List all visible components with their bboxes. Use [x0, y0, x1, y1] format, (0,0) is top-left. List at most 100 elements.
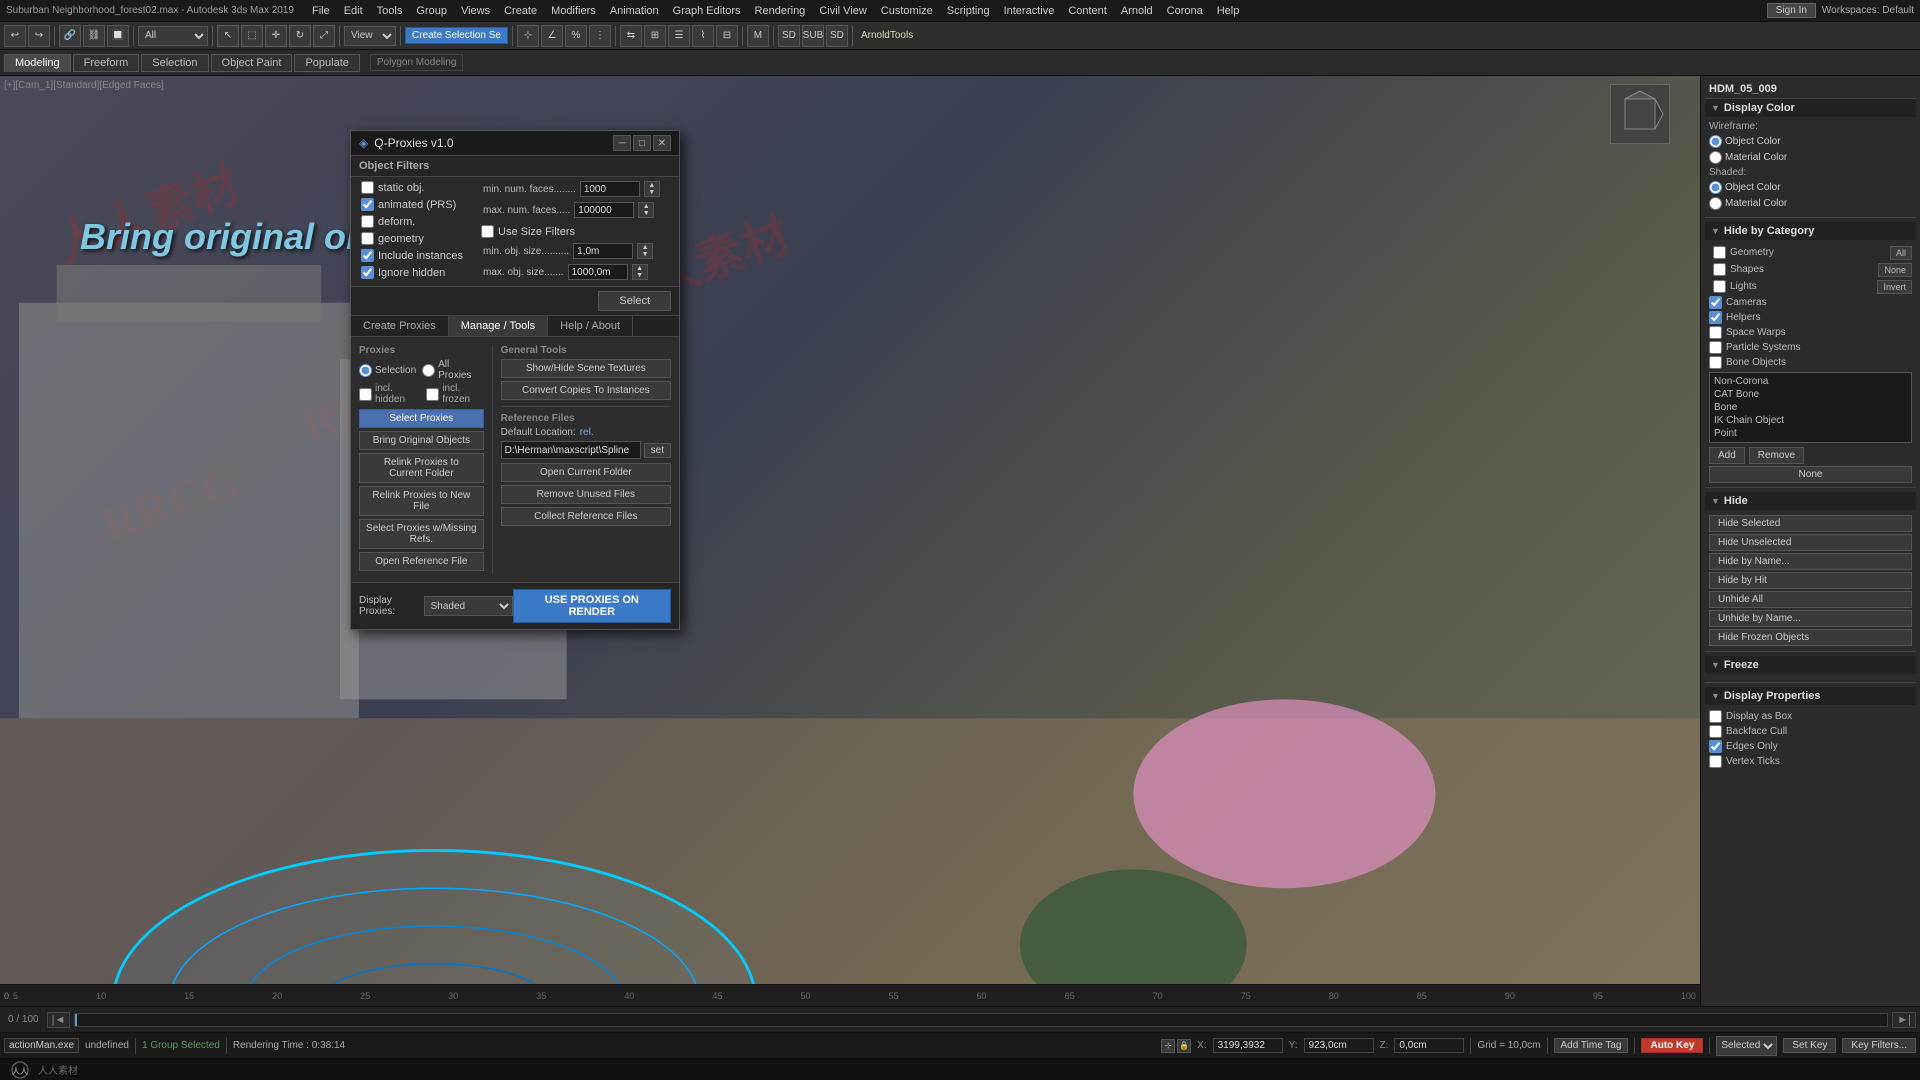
scale-tool[interactable]: ⤢ [313, 25, 335, 47]
max-size-up[interactable]: ▲ [633, 265, 647, 272]
backface-cull-checkbox[interactable] [1709, 725, 1722, 738]
helpers-checkbox[interactable] [1709, 311, 1722, 324]
min-size-input[interactable] [573, 243, 633, 259]
view-dropdown[interactable]: View World Local [344, 26, 396, 46]
hide-selected-btn[interactable]: Hide Selected [1709, 515, 1912, 532]
menu-group[interactable]: Group [410, 3, 453, 19]
min-faces-down[interactable]: ▼ [645, 189, 659, 196]
dialog-minimize-button[interactable]: ─ [613, 135, 631, 151]
dtab-help-about[interactable]: Help / About [548, 316, 633, 336]
display-proxies-select[interactable]: Shaded Wireframe Bounding Box [424, 596, 513, 616]
go-to-end-btn[interactable]: ►| [1892, 1012, 1916, 1028]
align-button[interactable]: ⊞ [644, 25, 666, 47]
shaded-material-radio[interactable] [1709, 197, 1722, 210]
incl-hidden-checkbox[interactable] [359, 388, 372, 401]
percent-snap-button[interactable]: % [565, 25, 587, 47]
move-tool[interactable]: ✛ [265, 25, 287, 47]
category-list-box[interactable]: Non-Corona CAT Bone Bone IK Chain Object… [1709, 372, 1912, 443]
relink-new-btn[interactable]: Relink Proxies to New File [359, 486, 484, 516]
hide-by-hit-btn[interactable]: Hide by Hit [1709, 572, 1912, 589]
tab-populate[interactable]: Populate [294, 54, 359, 72]
spinner-snap-button[interactable]: ⋮ [589, 25, 611, 47]
ref-set-btn[interactable]: set [644, 443, 671, 458]
key-filters-btn[interactable]: Key Filters... [1842, 1038, 1916, 1053]
hide-unselected-btn[interactable]: Hide Unselected [1709, 534, 1912, 551]
menu-animation[interactable]: Animation [604, 3, 665, 19]
menu-create[interactable]: Create [498, 3, 543, 19]
select-region-tool[interactable]: ⬚ [241, 25, 263, 47]
static-obj-checkbox[interactable] [361, 181, 374, 194]
tab-object-paint[interactable]: Object Paint [211, 54, 293, 72]
redo-button[interactable]: ↪ [28, 25, 50, 47]
sub-button[interactable]: SUB [802, 25, 824, 47]
remove-button[interactable]: Remove [1749, 447, 1804, 464]
dtab-create-proxies[interactable]: Create Proxies [351, 316, 449, 336]
include-instances-checkbox[interactable] [361, 249, 374, 262]
set-key-btn[interactable]: Set Key [1783, 1038, 1836, 1053]
menu-customize[interactable]: Customize [875, 3, 939, 19]
curve-editor-button[interactable]: ⌇ [692, 25, 714, 47]
grid-lock-btn[interactable]: ⊹ [1161, 1039, 1175, 1053]
tab-modeling[interactable]: Modeling [4, 54, 71, 72]
menu-arnold[interactable]: Arnold [1115, 3, 1159, 19]
menu-help[interactable]: Help [1211, 3, 1246, 19]
wireframe-material-radio[interactable] [1709, 151, 1722, 164]
tab-selection[interactable]: Selection [141, 54, 208, 72]
bone-objects-checkbox[interactable] [1709, 356, 1722, 369]
menu-civil-view[interactable]: Civil View [813, 3, 872, 19]
selection-filter-dropdown[interactable]: All Geometry Shapes [138, 26, 208, 46]
ignore-hidden-checkbox[interactable] [361, 266, 374, 279]
particle-systems-checkbox[interactable] [1709, 341, 1722, 354]
show-hide-textures-btn[interactable]: Show/Hide Scene Textures [501, 359, 671, 378]
all-proxies-radio[interactable] [422, 364, 435, 377]
display-as-box-checkbox[interactable] [1709, 710, 1722, 723]
dtab-manage-tools[interactable]: Manage / Tools [449, 316, 548, 336]
min-faces-input[interactable] [580, 181, 640, 197]
display-props-header[interactable]: ▼ Display Properties [1705, 687, 1916, 705]
auto-key-btn[interactable]: Auto Key [1641, 1038, 1703, 1053]
shaded-object-radio[interactable] [1709, 181, 1722, 194]
material-editor-button[interactable]: M [747, 25, 769, 47]
viewport[interactable]: 人人素材 RRCG 人人素材 RRCG Bring original objec… [0, 76, 1700, 1006]
angle-snap-button[interactable]: ∠ [541, 25, 563, 47]
mirror-button[interactable]: ⇆ [620, 25, 642, 47]
lights-invert-btn[interactable]: Invert [1877, 280, 1912, 294]
menu-views[interactable]: Views [455, 3, 496, 19]
min-size-down[interactable]: ▼ [638, 251, 652, 258]
open-reference-btn[interactable]: Open Reference File [359, 552, 484, 571]
undo-button[interactable]: ↩ [4, 25, 26, 47]
selected-dropdown[interactable]: Selected [1716, 1036, 1777, 1056]
wireframe-object-radio[interactable] [1709, 135, 1722, 148]
action-man-btn[interactable]: actionMan.exe [4, 1038, 79, 1053]
bind-button[interactable]: 🔲 [107, 25, 129, 47]
convert-copies-btn[interactable]: Convert Copies To Instances [501, 381, 671, 400]
max-faces-spinner[interactable]: ▲ ▼ [638, 202, 654, 218]
animated-checkbox[interactable] [361, 198, 374, 211]
freeze-header[interactable]: ▼ Freeze [1705, 656, 1916, 674]
bring-original-btn[interactable]: Bring Original Objects [359, 431, 484, 450]
unhide-all-btn[interactable]: Unhide All [1709, 591, 1912, 608]
use-size-filters-checkbox[interactable] [481, 225, 494, 238]
selection-radio[interactable] [359, 364, 372, 377]
remove-unused-btn[interactable]: Remove Unused Files [501, 485, 671, 504]
menu-modifiers[interactable]: Modifiers [545, 3, 602, 19]
max-faces-input[interactable] [574, 202, 634, 218]
min-size-spinner[interactable]: ▲ ▼ [637, 243, 653, 259]
tab-freeform[interactable]: Freeform [73, 54, 140, 72]
sd2-button[interactable]: SD [826, 25, 848, 47]
timeline-scrubber[interactable] [74, 1013, 1888, 1027]
menu-content[interactable]: Content [1062, 3, 1113, 19]
select-missing-btn[interactable]: Select Proxies w/Missing Refs. [359, 519, 484, 549]
snap-button[interactable]: ⊹ [517, 25, 539, 47]
link-button[interactable]: 🔗 [59, 25, 81, 47]
deform-checkbox[interactable] [361, 215, 374, 228]
menu-file[interactable]: File [306, 3, 336, 19]
menu-corona[interactable]: Corona [1161, 3, 1209, 19]
q-proxies-dialog[interactable]: ◈ Q-Proxies v1.0 ─ □ ✕ Object Filters st… [350, 130, 680, 630]
select-button[interactable]: Select [598, 291, 671, 311]
hide-by-name-btn[interactable]: Hide by Name... [1709, 553, 1912, 570]
unlink-button[interactable]: ⛓ [83, 25, 105, 47]
collect-reference-btn[interactable]: Collect Reference Files [501, 507, 671, 526]
lights-checkbox[interactable] [1713, 280, 1726, 293]
menu-graph-editors[interactable]: Graph Editors [667, 3, 747, 19]
